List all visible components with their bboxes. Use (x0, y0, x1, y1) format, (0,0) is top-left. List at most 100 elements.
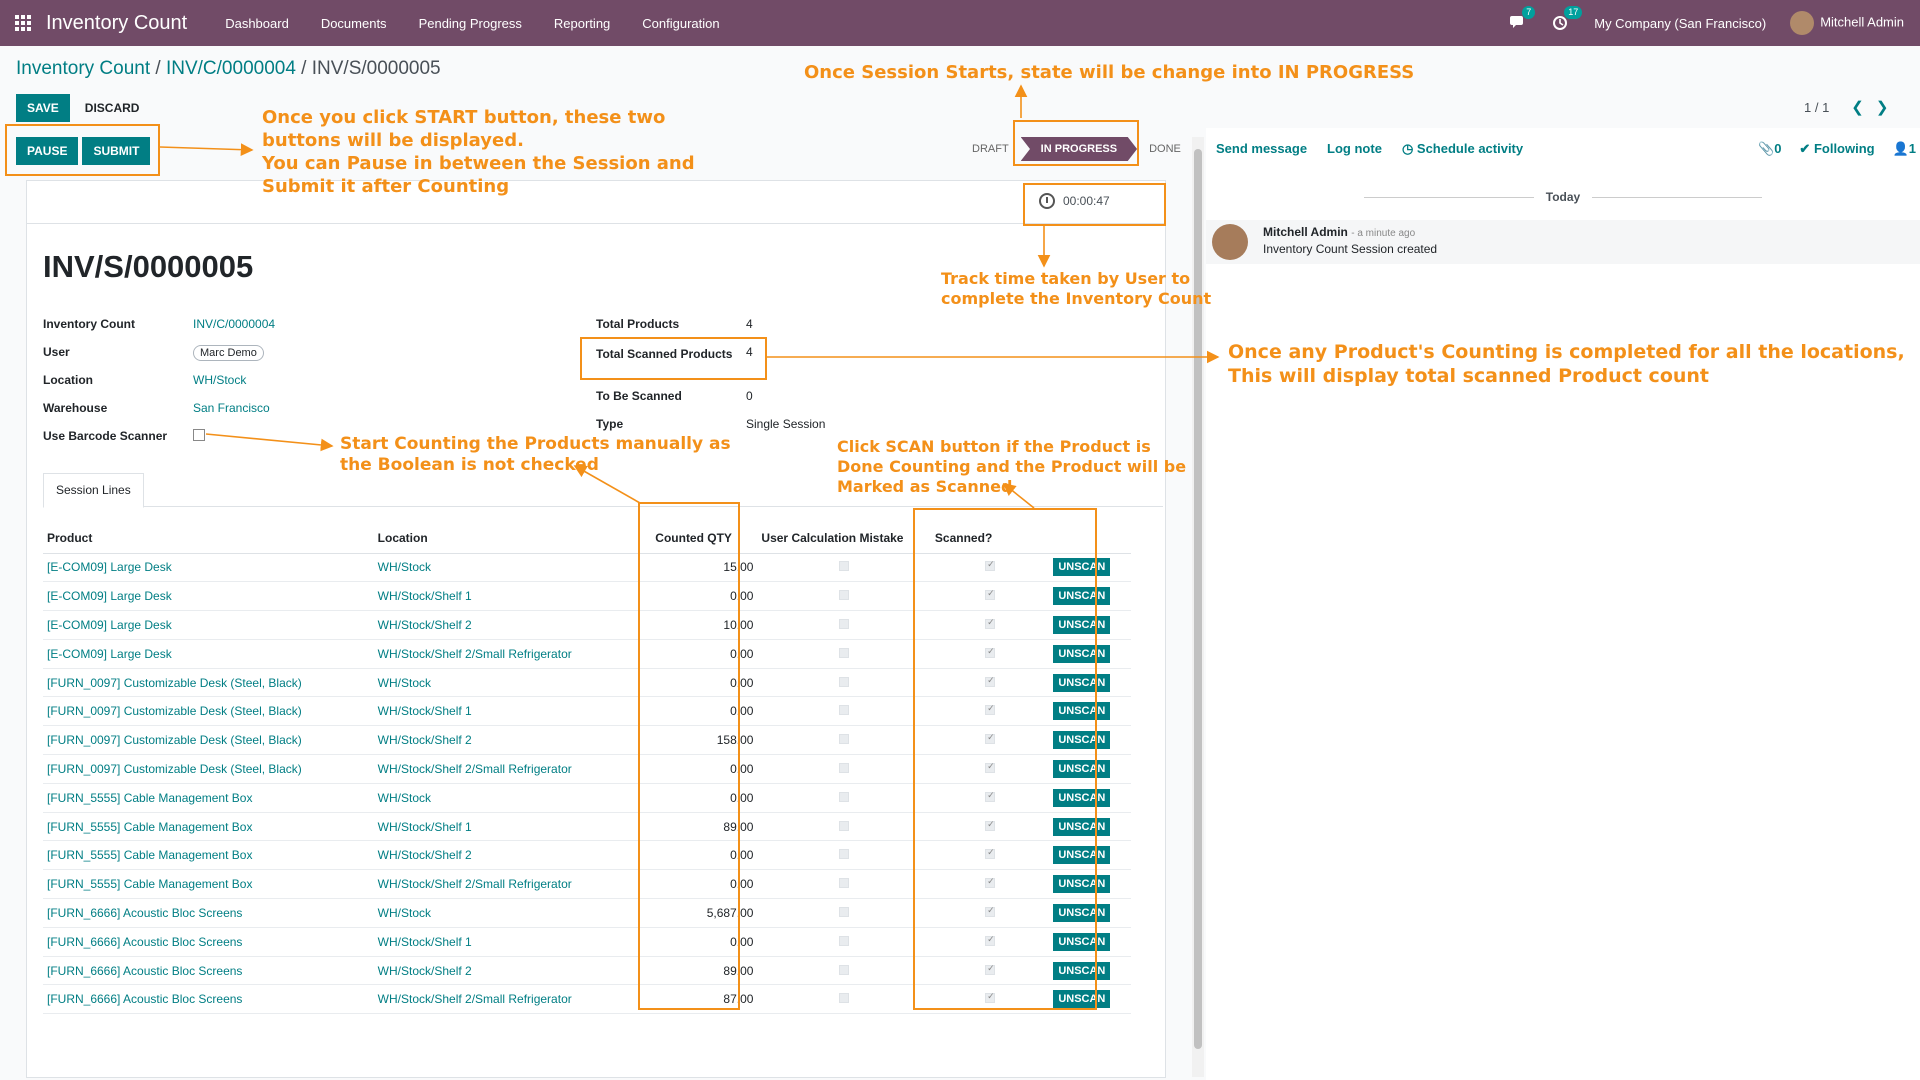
status-done[interactable]: DONE (1137, 137, 1193, 161)
menu-documents[interactable]: Documents (305, 16, 403, 31)
attachments-button[interactable]: 📎0 (1758, 141, 1781, 157)
mistake-checkbox[interactable] (839, 820, 850, 831)
row-location[interactable]: WH/Stock/Shelf 1 (373, 812, 652, 842)
mistake-checkbox[interactable] (839, 705, 850, 716)
inventory-count-link[interactable]: INV/C/0000004 (193, 317, 275, 331)
pager-prev-icon[interactable]: ❮ (1851, 98, 1864, 116)
row-location[interactable]: WH/Stock/Shelf 2/Small Refrigerator (373, 639, 652, 669)
breadcrumb-count-ref[interactable]: INV/C/0000004 (166, 58, 296, 79)
row-product[interactable]: [FURN_0097] Customizable Desk (Steel, Bl… (43, 668, 374, 698)
row-product[interactable]: [E-COM09] Large Desk (43, 610, 374, 640)
menu-dashboard[interactable]: Dashboard (209, 16, 305, 31)
mistake-checkbox[interactable] (839, 561, 850, 572)
row-product[interactable]: [FURN_6666] Acoustic Bloc Screens (43, 956, 374, 986)
row-location[interactable]: WH/Stock (373, 553, 652, 583)
row-location[interactable]: WH/Stock/Shelf 1 (373, 927, 652, 957)
apps-menu-icon[interactable] (0, 0, 46, 46)
field-label: Warehouse (43, 401, 108, 415)
attachments-count: 0 (1774, 141, 1782, 156)
mistake-checkbox[interactable] (839, 993, 850, 1004)
row-location[interactable]: WH/Stock (373, 783, 652, 813)
row-location[interactable]: WH/Stock (373, 898, 652, 928)
row-location[interactable]: WH/Stock/Shelf 2/Small Refrigerator (373, 754, 652, 784)
annotation-scan-2: Done Counting and the Product will be (837, 457, 1187, 476)
annotation-scan-1: Click SCAN button if the Product is (837, 437, 1151, 456)
mistake-checkbox[interactable] (839, 734, 850, 745)
mistake-checkbox[interactable] (839, 676, 850, 687)
row-product[interactable]: [FURN_6666] Acoustic Bloc Screens (43, 927, 374, 957)
row-product[interactable]: [FURN_6666] Acoustic Bloc Screens (43, 898, 374, 928)
pager-next-icon[interactable]: ❯ (1876, 98, 1889, 116)
row-location[interactable]: WH/Stock (373, 668, 652, 698)
user-menu[interactable]: Mitchell Admin (1790, 11, 1904, 35)
app-title[interactable]: Inventory Count (46, 12, 187, 35)
row-location[interactable]: WH/Stock/Shelf 2 (373, 610, 652, 640)
message-author[interactable]: Mitchell Admin (1263, 225, 1348, 239)
row-location[interactable]: WH/Stock/Shelf 2 (373, 956, 652, 986)
activities-icon[interactable]: 17 (1552, 6, 1583, 31)
warehouse-link[interactable]: San Francisco (193, 401, 270, 415)
col-product[interactable]: Product (43, 523, 374, 554)
use-barcode-scanner-checkbox[interactable] (193, 429, 205, 441)
menu-configuration[interactable]: Configuration (626, 16, 735, 31)
row-product[interactable]: [FURN_0097] Customizable Desk (Steel, Bl… (43, 725, 374, 756)
row-location[interactable]: WH/Stock/Shelf 1 (373, 696, 652, 727)
send-message-button[interactable]: Send message (1216, 141, 1307, 157)
breadcrumb-separator: / (150, 58, 166, 79)
row-mistake-cell (757, 754, 931, 784)
col-mistake[interactable]: User Calculation Mistake (757, 523, 931, 554)
row-product[interactable]: [E-COM09] Large Desk (43, 581, 374, 612)
following-button[interactable]: ✔ Following (1799, 141, 1874, 157)
total-products-value: 4 (746, 317, 753, 331)
company-switcher[interactable]: My Company (San Francisco) (1594, 16, 1766, 31)
annotation-manual-2: the Boolean is not checked (340, 455, 599, 475)
row-product[interactable]: [FURN_0097] Customizable Desk (Steel, Bl… (43, 696, 374, 727)
row-product[interactable]: [FURN_6666] Acoustic Bloc Screens (43, 984, 374, 1015)
location-link[interactable]: WH/Stock (193, 373, 246, 387)
pager-value[interactable]: 1 / 1 (1804, 100, 1829, 115)
col-location[interactable]: Location (373, 523, 652, 554)
mistake-checkbox[interactable] (839, 906, 850, 917)
row-product[interactable]: [FURN_5555] Cable Management Box (43, 869, 374, 900)
row-mistake-cell (757, 840, 931, 871)
tab-session-lines[interactable]: Session Lines (43, 473, 144, 508)
mistake-checkbox[interactable] (839, 964, 850, 975)
row-location[interactable]: WH/Stock/Shelf 1 (373, 581, 652, 612)
mistake-checkbox[interactable] (839, 791, 850, 802)
row-location[interactable]: WH/Stock/Shelf 2 (373, 840, 652, 871)
annotation-manual-1: Start Counting the Products manually as (340, 434, 731, 454)
row-product[interactable]: [E-COM09] Large Desk (43, 553, 374, 583)
row-product[interactable]: [E-COM09] Large Desk (43, 639, 374, 669)
field-label: Location (43, 373, 93, 387)
menu-pending-progress[interactable]: Pending Progress (403, 16, 538, 31)
status-draft[interactable]: DRAFT (960, 137, 1021, 161)
row-product[interactable]: [FURN_5555] Cable Management Box (43, 840, 374, 871)
pager: 1 / 1 ❮ ❯ (1804, 98, 1888, 116)
followers-button[interactable]: 👤1 (1893, 141, 1916, 157)
mistake-checkbox[interactable] (839, 647, 850, 658)
log-note-button[interactable]: Log note (1327, 141, 1382, 157)
mistake-checkbox[interactable] (839, 590, 850, 601)
messages-icon[interactable]: 7 (1510, 6, 1536, 31)
row-product[interactable]: [FURN_5555] Cable Management Box (43, 812, 374, 842)
mistake-checkbox[interactable] (839, 878, 850, 889)
to-be-scanned-value: 0 (746, 389, 753, 403)
row-location[interactable]: WH/Stock/Shelf 2/Small Refrigerator (373, 984, 652, 1015)
schedule-activity-button[interactable]: ◷ Schedule activity (1402, 141, 1523, 157)
mistake-checkbox[interactable] (839, 935, 850, 946)
row-product[interactable]: [FURN_0097] Customizable Desk (Steel, Bl… (43, 754, 374, 784)
discard-button[interactable]: DISCARD (74, 94, 151, 122)
row-product[interactable]: [FURN_5555] Cable Management Box (43, 783, 374, 813)
menu-reporting[interactable]: Reporting (538, 16, 626, 31)
form-scrollbar[interactable] (1192, 137, 1204, 1077)
mistake-checkbox[interactable] (839, 849, 850, 860)
mistake-checkbox[interactable] (839, 762, 850, 773)
row-location[interactable]: WH/Stock/Shelf 2/Small Refrigerator (373, 869, 652, 900)
mistake-checkbox[interactable] (839, 618, 850, 629)
scrollbar-thumb[interactable] (1194, 149, 1202, 1049)
breadcrumb-inventory-count[interactable]: Inventory Count (16, 58, 150, 79)
annotation-scanned-2: This will display total scanned Product … (1228, 365, 1710, 387)
save-button[interactable]: SAVE (16, 94, 70, 122)
user-tag[interactable]: Marc Demo (193, 345, 264, 361)
row-location[interactable]: WH/Stock/Shelf 2 (373, 725, 652, 756)
